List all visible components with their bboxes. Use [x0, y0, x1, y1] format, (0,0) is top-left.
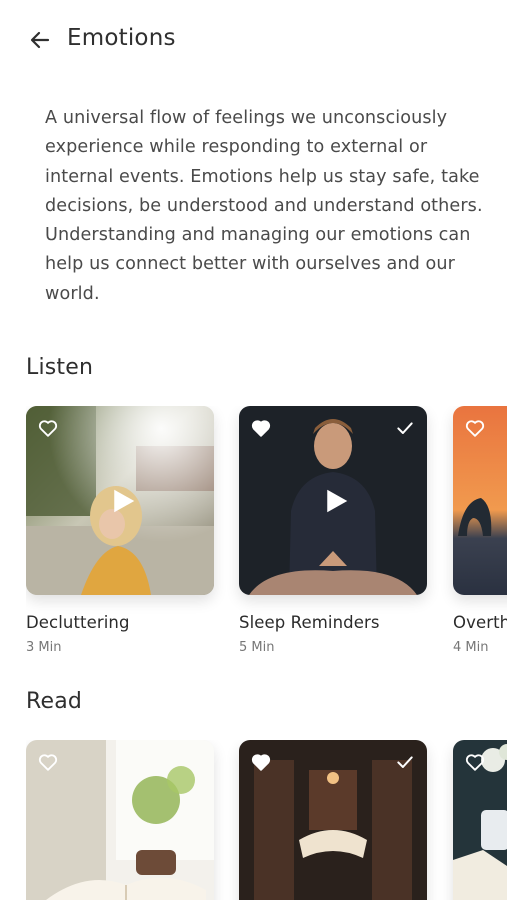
heart-outline-icon[interactable]: [37, 417, 59, 439]
card-thumbnail: [239, 740, 427, 900]
check-icon: [397, 422, 413, 434]
card-thumbnail: [453, 406, 507, 595]
check-icon: [397, 756, 413, 768]
card-title: Sleep Reminders: [239, 613, 380, 632]
play-icon[interactable]: [108, 486, 138, 516]
heart-outline-icon[interactable]: [464, 417, 486, 439]
section-title-read: Read: [26, 689, 83, 714]
heart-filled-icon[interactable]: [250, 751, 272, 773]
card-duration: 4 Min: [453, 640, 489, 655]
heart-outline-icon[interactable]: [37, 751, 59, 773]
back-button[interactable]: [26, 26, 54, 54]
intro-description: A universal flow of feelings we unconsci…: [45, 108, 483, 304]
heart-outline-icon[interactable]: [464, 751, 486, 773]
card-duration: 3 Min: [26, 640, 62, 655]
top-bar: Emotions: [0, 0, 507, 80]
card-thumbnail: [26, 406, 214, 595]
page-title: Emotions: [67, 25, 176, 51]
card-thumbnail: [26, 740, 214, 900]
play-icon[interactable]: [321, 486, 351, 516]
read-carousel[interactable]: [26, 740, 507, 900]
card-thumbnail: [239, 406, 427, 595]
card-title: Overth: [453, 613, 507, 632]
card-title: Decluttering: [26, 613, 130, 632]
section-title-listen: Listen: [26, 355, 94, 380]
arrow-left-icon: [30, 31, 50, 49]
listen-carousel[interactable]: Decluttering 3 Min Sleep Reminders 5 Min…: [26, 406, 507, 666]
card-thumbnail: [453, 740, 507, 900]
card-duration: 5 Min: [239, 640, 275, 655]
heart-filled-icon[interactable]: [250, 417, 272, 439]
